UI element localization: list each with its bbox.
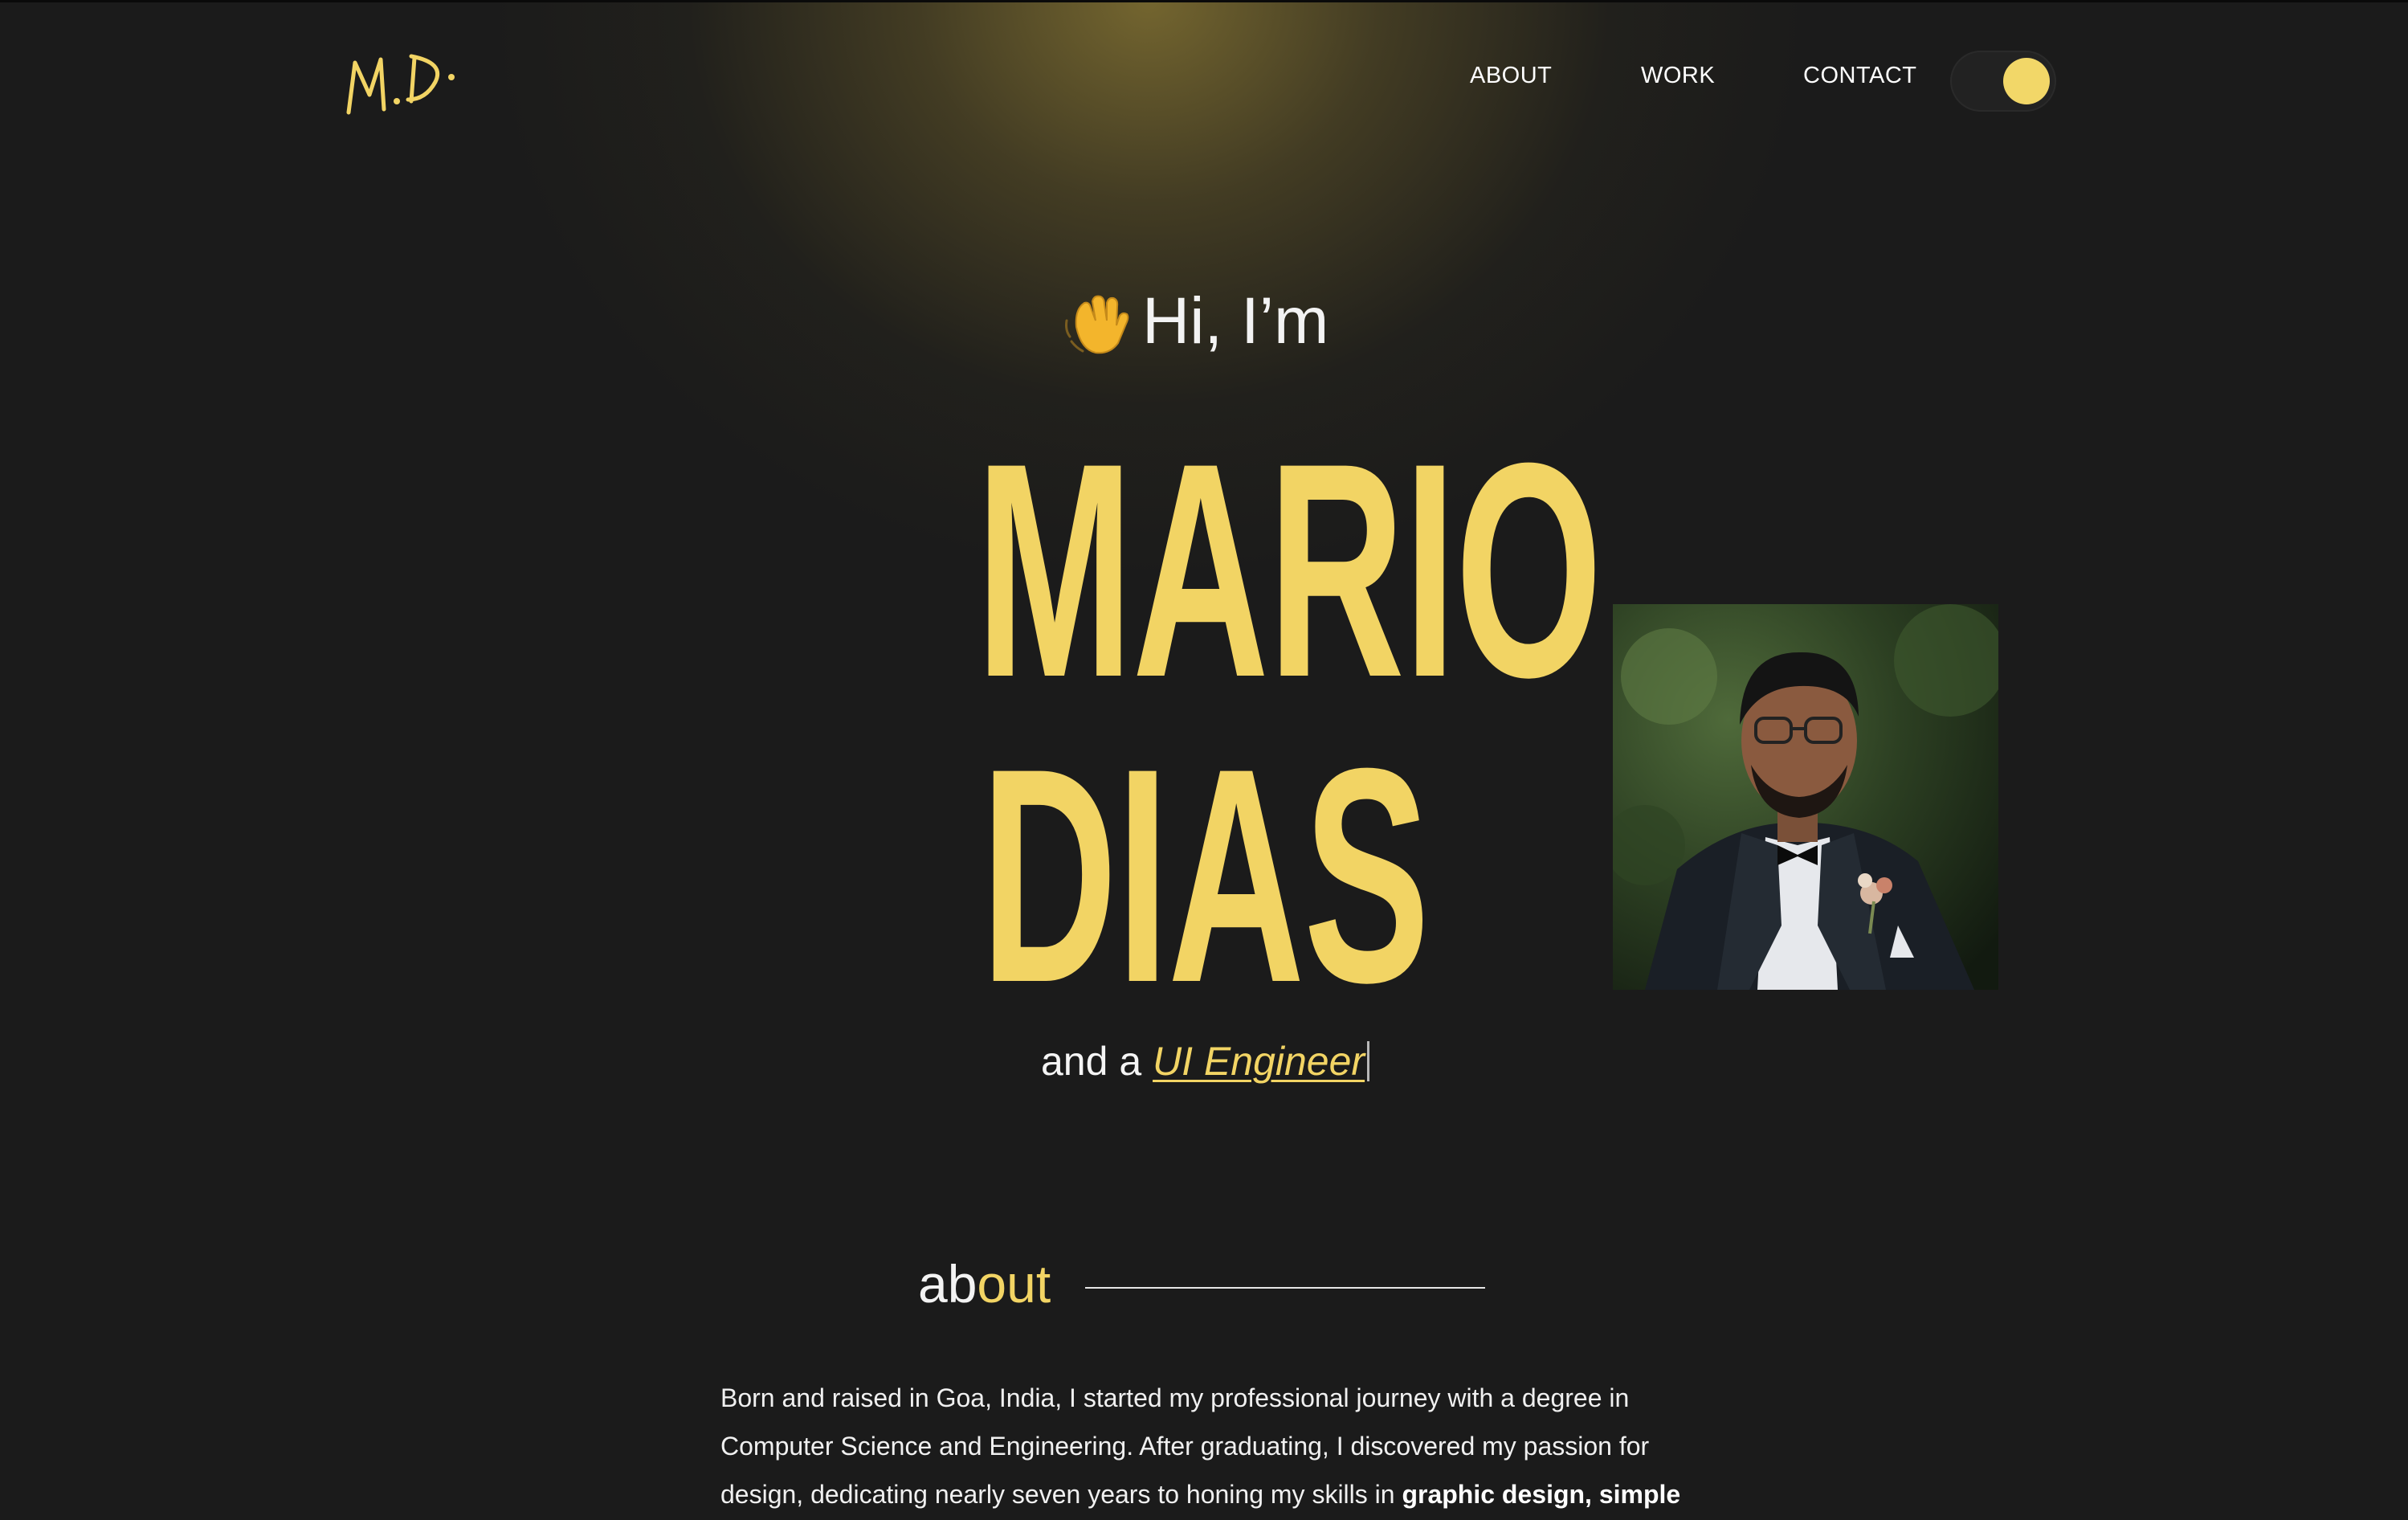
nav-contact-link[interactable]: CONTACT	[1803, 63, 1917, 101]
logo-signature-icon	[346, 54, 455, 115]
typing-cursor	[1367, 1041, 1370, 1081]
hero-greeting: Hi, I’m	[1060, 277, 1328, 366]
about-line-2: Computer Science and Engineering. After …	[720, 1432, 1650, 1461]
role-link[interactable]: UI Engineer	[1153, 1039, 1365, 1084]
top-border	[0, 0, 2408, 2]
about-line-3-text: design, dedicating nearly seven years to…	[720, 1480, 1402, 1509]
about-line-1: Born and raised in Goa, India, I started…	[720, 1383, 1630, 1412]
tagline-prefix: and a	[1041, 1039, 1142, 1084]
about-heading-start: ab	[918, 1254, 977, 1314]
nav-about-link[interactable]: ABOUT	[1470, 63, 1552, 101]
logo[interactable]	[337, 32, 466, 129]
about-bold-simple: simple	[1598, 1480, 1681, 1509]
about-heading-accent: out	[977, 1254, 1051, 1314]
profile-photo	[1613, 604, 1998, 990]
about-divider	[1085, 1287, 1485, 1289]
about-separator: ,	[1585, 1480, 1599, 1509]
toggle-knob	[2003, 58, 2050, 104]
greeting-text: Hi, I’m	[1142, 284, 1329, 358]
hero-last-name: DIAS	[981, 705, 1430, 1046]
theme-toggle[interactable]	[1950, 51, 2056, 112]
about-line-3: design, dedicating nearly seven years to…	[720, 1470, 1708, 1518]
nav-work-link[interactable]: WORK	[1641, 63, 1715, 101]
about-bold-graphic-design: graphic design	[1402, 1480, 1586, 1509]
hero-first-name: MARIO	[975, 399, 1602, 741]
about-paragraph: Born and raised in Goa, India, I started…	[720, 1374, 1708, 1518]
waving-hand-icon	[1060, 285, 1133, 358]
hero-tagline: and a UI Engineer	[1041, 1038, 1370, 1094]
about-heading: about	[918, 1253, 1051, 1314]
